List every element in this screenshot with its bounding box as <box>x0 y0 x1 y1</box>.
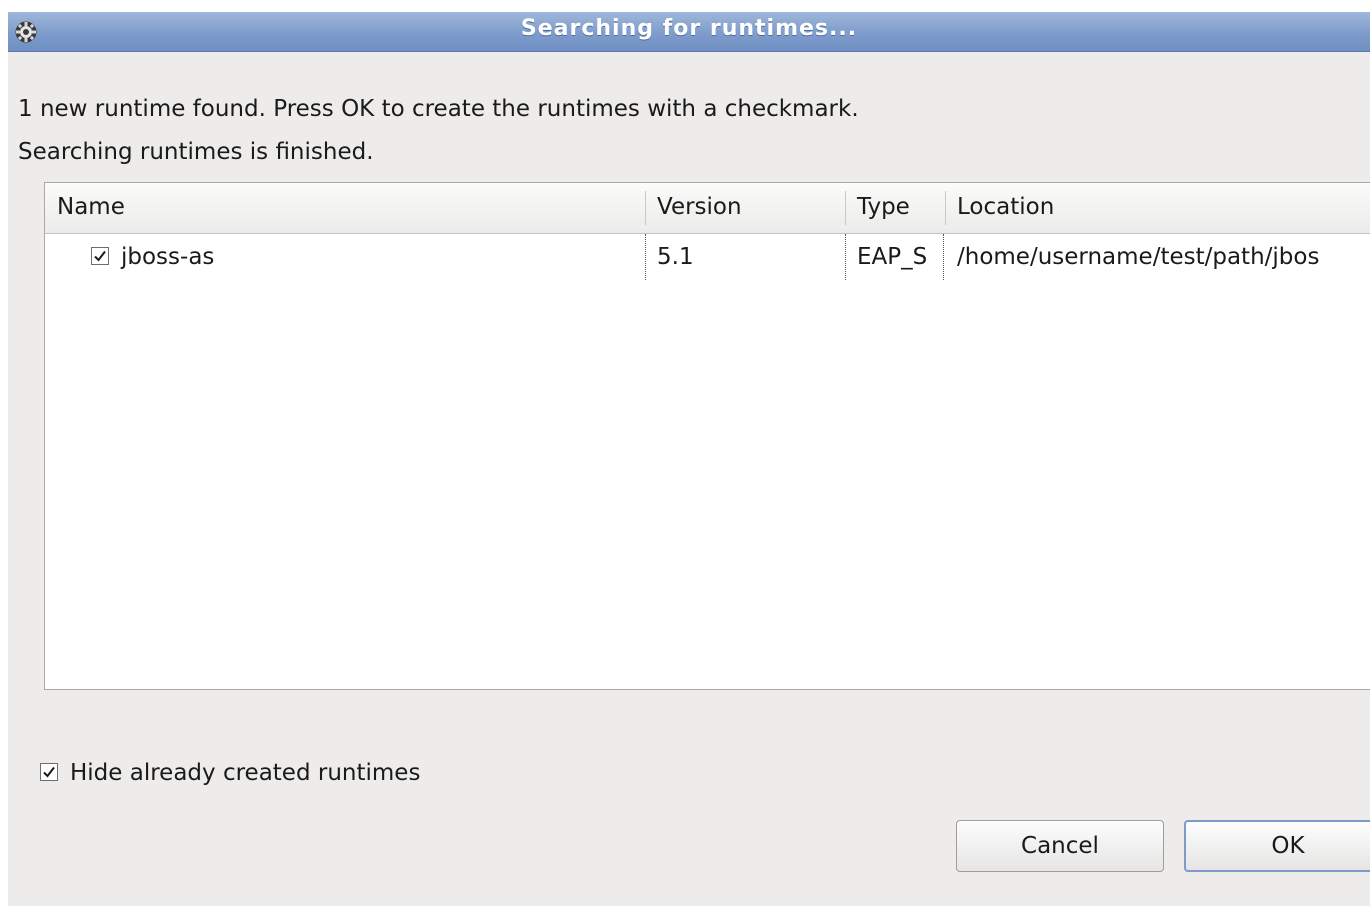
cell-location: /home/username/test/path/jbos <box>957 244 1320 270</box>
runtimes-table[interactable]: Name Version Type Location jboss-as 5.1 … <box>44 182 1370 690</box>
status-message: Searching runtimes is finished. <box>18 139 374 165</box>
hide-created-option[interactable]: Hide already created runtimes <box>40 760 420 786</box>
column-header-type[interactable]: Type <box>845 183 945 233</box>
runtime-name: jboss-as <box>121 244 215 270</box>
checkmark-icon <box>94 250 106 262</box>
column-header-version[interactable]: Version <box>645 183 845 233</box>
row-checkbox[interactable] <box>91 246 109 265</box>
window-title: Searching for runtimes... <box>520 16 858 41</box>
ok-button[interactable]: OK <box>1184 820 1370 872</box>
table-header: Name Version Type Location <box>45 183 1370 234</box>
hide-created-checkbox[interactable] <box>40 762 58 781</box>
column-header-location[interactable]: Location <box>945 183 1370 233</box>
dialog-window: Searching for runtimes... 1 new runtime … <box>8 12 1370 906</box>
found-message: 1 new runtime found. Press OK to create … <box>18 96 859 122</box>
column-header-name[interactable]: Name <box>45 183 645 233</box>
hide-created-label: Hide already created runtimes <box>70 760 421 786</box>
cell-version: 5.1 <box>657 244 694 270</box>
checkmark-icon <box>43 766 55 778</box>
cell-divider <box>943 234 944 280</box>
cell-name: jboss-as <box>45 234 645 282</box>
table-row[interactable]: jboss-as 5.1 EAP_S /home/username/test/p… <box>45 234 1370 282</box>
title-bar[interactable]: Searching for runtimes... <box>8 12 1370 52</box>
cancel-button[interactable]: Cancel <box>956 820 1164 872</box>
cell-type: EAP_S <box>857 244 928 270</box>
